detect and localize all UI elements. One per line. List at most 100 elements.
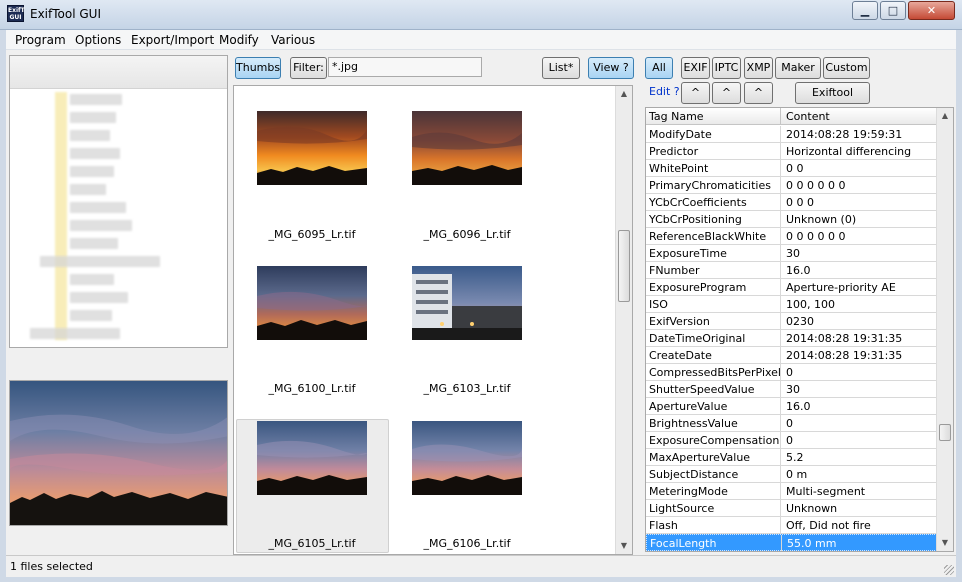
list-button[interactable]: List* — [542, 57, 580, 79]
tag-value-cell: 0 0 — [786, 162, 804, 175]
table-row[interactable]: Flash Off, Did not fire — [646, 517, 937, 534]
table-row[interactable]: ExposureProgram Aperture-priority AE — [646, 279, 937, 296]
table-row[interactable]: Predictor Horizontal differencing — [646, 143, 937, 160]
thumbnail-image-selected[interactable] — [257, 421, 367, 495]
table-row[interactable]: MaxApertureValue 5.2 — [646, 449, 937, 466]
table-row[interactable]: ShutterSpeedValue 30 — [646, 381, 937, 398]
folder-tree-item[interactable] — [70, 94, 122, 105]
column-content[interactable]: Content — [786, 110, 830, 123]
folder-tree-item[interactable] — [70, 112, 116, 123]
thumbnail-label[interactable]: _MG_6106_Lr.tif — [392, 537, 542, 550]
thumbnail-label[interactable]: _MG_6100_Lr.tif — [237, 382, 387, 395]
table-row[interactable]: PrimaryChromaticities 0 0 0 0 0 0 — [646, 177, 937, 194]
minimize-button[interactable]: ▁ — [852, 1, 878, 20]
menu-export-import[interactable]: Export/Import — [131, 33, 214, 47]
folder-tree-item[interactable] — [70, 148, 120, 159]
scroll-thumb[interactable] — [618, 230, 630, 302]
thumbnail-grid[interactable]: _MG_6095_Lr.tif _MG_6096_Lr.tif _MG_6100… — [233, 85, 633, 555]
folder-tree-item[interactable] — [40, 256, 160, 267]
table-row[interactable]: DateTimeOriginal 2014:08:28 19:31:35 — [646, 330, 937, 347]
thumbnail-image[interactable] — [412, 266, 522, 340]
move-up-button-3[interactable]: ^ — [744, 82, 773, 104]
table-row[interactable]: ExposureTime 30 — [646, 245, 937, 262]
folder-tree[interactable] — [9, 55, 228, 348]
cell-divider — [780, 245, 781, 262]
metadata-table[interactable]: Tag Name Content ModifyDate 2014:08:28 19… — [645, 107, 954, 552]
table-row-selected[interactable]: FocalLength 55.0 mm — [646, 534, 937, 551]
folder-tree-item[interactable] — [70, 310, 112, 321]
column-tag-name[interactable]: Tag Name — [649, 110, 704, 123]
thumbs-button[interactable]: Thumbs — [235, 57, 281, 79]
move-up-button-1[interactable]: ^ — [681, 82, 710, 104]
thumbnail-scrollbar[interactable]: ▲ ▼ — [615, 86, 632, 554]
table-row[interactable]: YCbCrPositioning Unknown (0) — [646, 211, 937, 228]
folder-tree-item[interactable] — [70, 274, 114, 285]
table-row[interactable]: ReferenceBlackWhite 0 0 0 0 0 0 — [646, 228, 937, 245]
thumbnail-label[interactable]: _MG_6095_Lr.tif — [237, 228, 387, 241]
table-row[interactable]: MeteringMode Multi-segment — [646, 483, 937, 500]
scroll-thumb[interactable] — [939, 424, 951, 441]
table-row[interactable]: ExifVersion 0230 — [646, 313, 937, 330]
folder-tree-item[interactable] — [70, 220, 132, 231]
tag-name-cell: ShutterSpeedValue — [649, 383, 755, 396]
table-row[interactable]: YCbCrCoefficients 0 0 0 — [646, 194, 937, 211]
edit-help-link[interactable]: Edit ? — [649, 85, 680, 98]
close-button[interactable]: ✕ — [908, 1, 955, 20]
thumbnail-image[interactable] — [412, 421, 522, 495]
table-row[interactable]: FNumber 16.0 — [646, 262, 937, 279]
table-row[interactable]: ApertureValue 16.0 — [646, 398, 937, 415]
table-row[interactable]: CompressedBitsPerPixel 0 — [646, 364, 937, 381]
resize-grip[interactable] — [944, 565, 954, 575]
table-scrollbar[interactable]: ▲ ▼ — [936, 108, 953, 551]
exiftool-direct-button[interactable]: Exiftool direct — [795, 82, 870, 119]
view-button[interactable]: View ? — [588, 57, 634, 79]
xmp-button[interactable]: XMP — [744, 57, 773, 79]
maximize-button[interactable]: □ — [880, 1, 906, 20]
scroll-up-arrow[interactable]: ▲ — [616, 86, 632, 102]
menu-options[interactable]: Options — [75, 33, 121, 47]
filter-button[interactable]: Filter: — [290, 57, 327, 79]
table-row[interactable]: LightSource Unknown — [646, 500, 937, 517]
table-row[interactable]: ISO 100, 100 — [646, 296, 937, 313]
window-title: ExifTool GUI — [30, 7, 101, 21]
scroll-down-arrow[interactable]: ▼ — [616, 538, 632, 554]
tag-value-cell: Off, Did not fire — [786, 519, 871, 532]
thumbnail-image[interactable] — [257, 266, 367, 340]
folder-tree-item[interactable] — [70, 130, 110, 141]
menu-modify[interactable]: Modify — [219, 33, 259, 47]
folder-tree-item[interactable] — [70, 202, 126, 213]
thumbnail-label[interactable]: _MG_6103_Lr.tif — [392, 382, 542, 395]
thumbnail-image[interactable] — [257, 111, 367, 185]
thumbnail-label[interactable]: _MG_6096_Lr.tif — [392, 228, 542, 241]
folder-tree-item[interactable] — [70, 166, 114, 177]
menu-various[interactable]: Various — [271, 33, 315, 47]
table-row[interactable]: ModifyDate 2014:08:28 19:59:31 — [646, 126, 937, 143]
custom-button[interactable]: Custom — [823, 57, 870, 79]
tag-name-cell: ExposureTime — [649, 247, 727, 260]
table-row[interactable]: SubjectDistance 0 m — [646, 466, 937, 483]
table-row[interactable]: WhitePoint 0 0 — [646, 160, 937, 177]
thumbnail-image[interactable] — [412, 111, 522, 185]
folder-tree-header — [10, 56, 227, 89]
menu-program[interactable]: Program — [15, 33, 66, 47]
table-row[interactable]: CreateDate 2014:08:28 19:31:35 — [646, 347, 937, 364]
all-tags-button[interactable]: All — [645, 57, 673, 79]
cell-divider — [780, 143, 781, 160]
table-row[interactable]: BrightnessValue 0 — [646, 415, 937, 432]
exif-button[interactable]: EXIF — [681, 57, 710, 79]
tag-name-cell: ModifyDate — [649, 128, 712, 141]
maker-button[interactable]: Maker — [775, 57, 821, 79]
folder-tree-item[interactable] — [70, 292, 128, 303]
cell-divider — [780, 279, 781, 296]
filter-input[interactable]: *.jpg — [328, 57, 482, 77]
folder-tree-item[interactable] — [30, 328, 120, 339]
scroll-down-arrow[interactable]: ▼ — [937, 535, 953, 551]
move-up-button-2[interactable]: ^ — [712, 82, 741, 104]
folder-tree-item[interactable] — [70, 238, 118, 249]
folder-tree-item[interactable] — [70, 184, 106, 195]
column-divider[interactable] — [780, 108, 781, 125]
iptc-button[interactable]: IPTC — [712, 57, 741, 79]
thumbnail-label-selected[interactable]: _MG_6105_Lr.tif — [237, 537, 387, 550]
table-row[interactable]: ExposureCompensation 0 — [646, 432, 937, 449]
scroll-up-arrow[interactable]: ▲ — [937, 108, 953, 124]
